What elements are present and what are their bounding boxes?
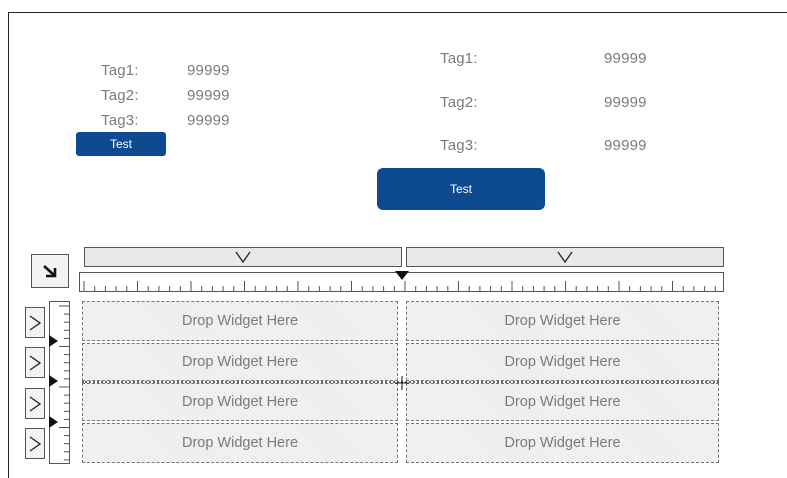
row-split-handle[interactable] bbox=[49, 416, 59, 428]
drop-zone-cell[interactable]: Drop Widget Here bbox=[82, 343, 398, 381]
frame-top-border bbox=[8, 12, 787, 13]
tag-value: 99999 bbox=[604, 137, 647, 154]
tag-label: Tag2: bbox=[101, 87, 139, 104]
drop-zone-cell[interactable]: Drop Widget Here bbox=[82, 423, 398, 463]
row-expand-button[interactable] bbox=[25, 388, 45, 419]
drop-zone-cell[interactable]: Drop Widget Here bbox=[406, 383, 719, 421]
tag-value: 99999 bbox=[604, 50, 647, 67]
row-split-handle[interactable] bbox=[49, 335, 59, 347]
drop-zone-cell[interactable]: Drop Widget Here bbox=[406, 343, 719, 381]
chevron-right-icon bbox=[29, 354, 41, 371]
column-collapse-bar[interactable] bbox=[84, 247, 402, 267]
tag-value: 99999 bbox=[187, 87, 230, 104]
tag-label: Tag1: bbox=[440, 50, 478, 67]
crosshair-cursor-icon bbox=[395, 376, 409, 390]
tag-label: Tag2: bbox=[440, 94, 478, 111]
test-button-large[interactable]: Test bbox=[377, 168, 545, 210]
row-split-handle[interactable] bbox=[49, 375, 59, 387]
arrow-down-right-icon bbox=[43, 265, 57, 278]
row-expand-button[interactable] bbox=[25, 307, 45, 338]
corner-resize-button[interactable] bbox=[31, 254, 69, 288]
drop-zone-cell[interactable]: Drop Widget Here bbox=[406, 301, 719, 341]
row-expand-button[interactable] bbox=[25, 428, 45, 459]
tag-label: Tag3: bbox=[101, 112, 139, 129]
tag-value: 99999 bbox=[187, 62, 230, 79]
test-button[interactable]: Test bbox=[76, 132, 166, 156]
row-expand-button[interactable] bbox=[25, 347, 45, 378]
tag-value: 99999 bbox=[187, 112, 230, 129]
chevron-right-icon bbox=[29, 314, 41, 331]
chevron-down-icon bbox=[235, 251, 251, 263]
column-collapse-bar[interactable] bbox=[406, 247, 724, 267]
drop-zone-cell[interactable]: Drop Widget Here bbox=[406, 423, 719, 463]
drop-zone-cell[interactable]: Drop Widget Here bbox=[82, 301, 398, 341]
chevron-down-icon bbox=[557, 251, 573, 263]
tag-label: Tag1: bbox=[101, 62, 139, 79]
tag-value: 99999 bbox=[604, 94, 647, 111]
tag-label: Tag3: bbox=[440, 137, 478, 154]
drop-zone-cell[interactable]: Drop Widget Here bbox=[82, 383, 398, 421]
column-split-handle[interactable] bbox=[395, 271, 409, 281]
frame-left-border bbox=[8, 12, 9, 478]
chevron-right-icon bbox=[29, 395, 41, 412]
chevron-right-icon bbox=[29, 435, 41, 452]
